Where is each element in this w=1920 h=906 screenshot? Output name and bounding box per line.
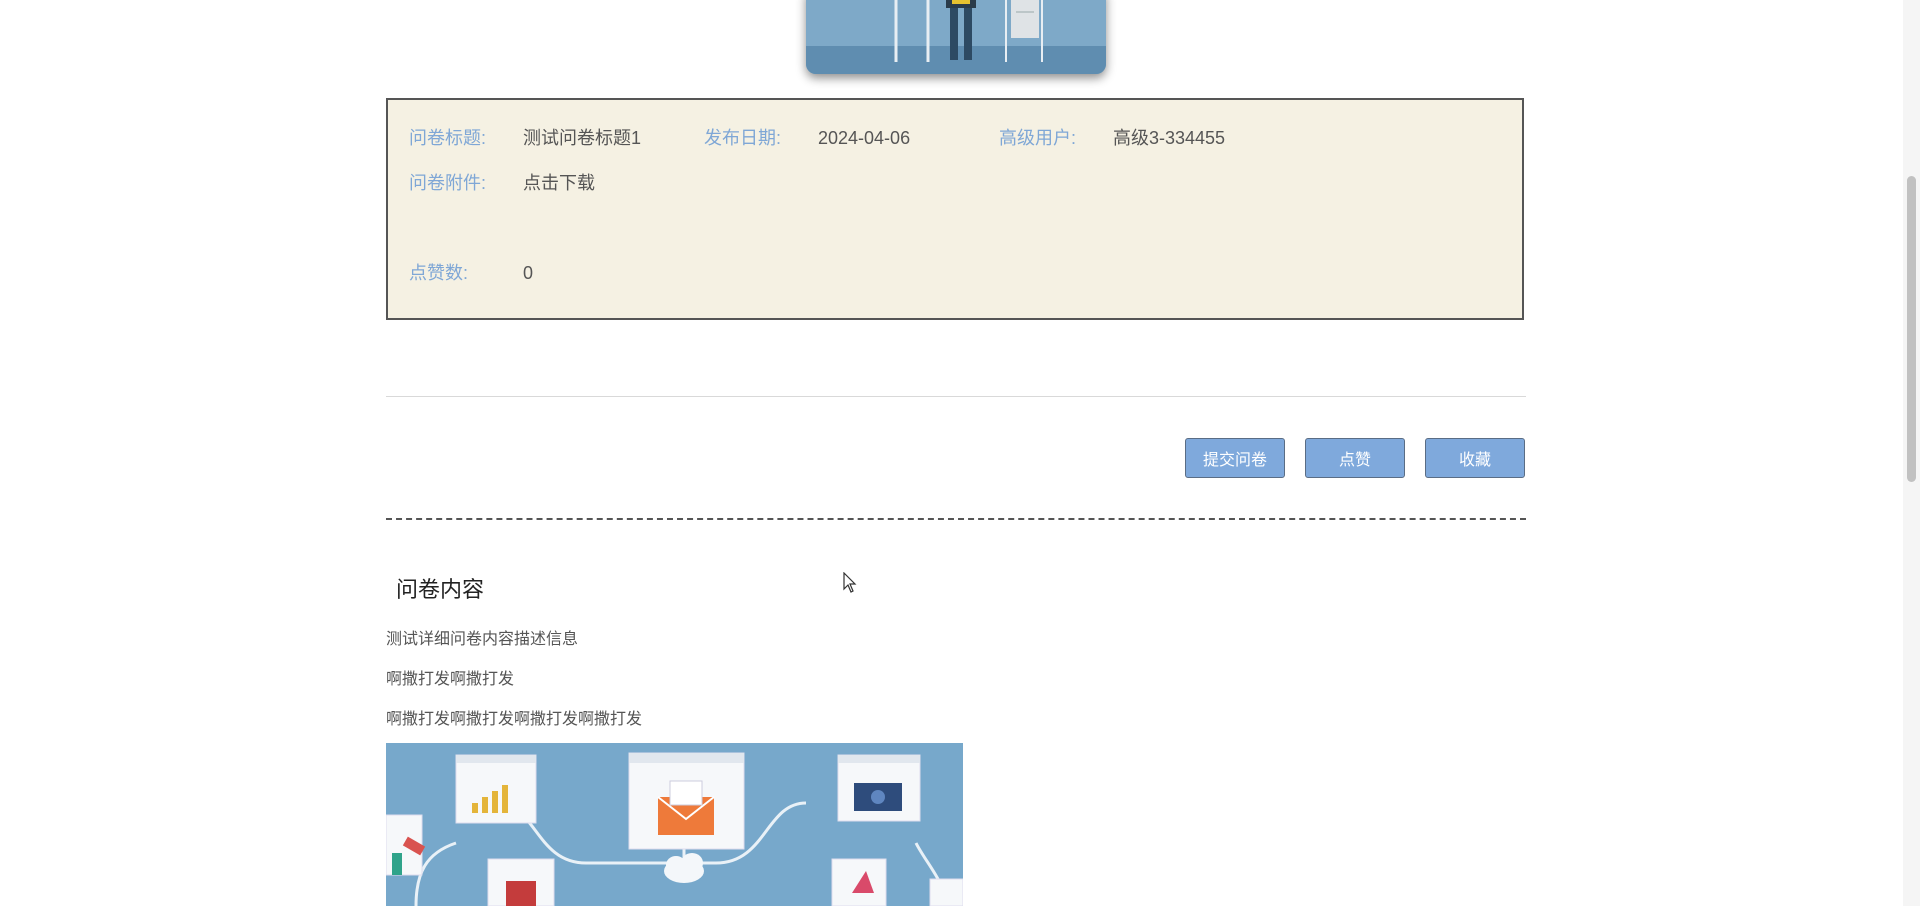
user-value: 高级3-334455 [1113, 128, 1226, 148]
user-field: 高级用户: 高级3-334455 [999, 124, 1225, 150]
likes-count: 0 [523, 263, 534, 283]
date-value: 2024-04-06 [818, 128, 911, 148]
dashed-divider [386, 518, 1526, 520]
section-title: 问卷内容 [396, 577, 485, 602]
survey-info-panel: 问卷标题: 测试问卷标题1 发布日期: 2024-04-06 高级用户: 高级3… [386, 98, 1524, 320]
attachment-download-link[interactable]: 点击下载 [523, 169, 595, 195]
content-paragraph: 测试详细问卷内容描述信息 [386, 631, 579, 648]
favorite-button[interactable]: 收藏 [1425, 438, 1525, 478]
likes-field: 点赞数: 0 [409, 259, 533, 285]
date-label: 发布日期: [704, 128, 782, 148]
like-button[interactable]: 点赞 [1305, 438, 1405, 478]
title-value: 测试问卷标题1 [523, 128, 642, 148]
content-illustration [386, 743, 963, 906]
survey-detail-page: 问卷标题: 测试问卷标题1 发布日期: 2024-04-06 高级用户: 高级3… [0, 0, 1920, 906]
submit-survey-button[interactable]: 提交问卷 [1185, 438, 1285, 478]
content-paragraph: 啊撒打发啊撒打发 [386, 671, 515, 688]
attachment-label: 问卷附件: [409, 173, 487, 193]
title-label: 问卷标题: [409, 128, 487, 148]
mouse-cursor-icon [843, 571, 859, 599]
likes-label: 点赞数: [409, 263, 469, 283]
survey-cover-image [806, 0, 1106, 74]
scrollbar-thumb[interactable] [1907, 176, 1916, 482]
page-scrollbar[interactable] [1903, 0, 1920, 906]
content-paragraph: 啊撒打发啊撒打发啊撒打发啊撒打发 [386, 711, 643, 728]
title-field: 问卷标题: 测试问卷标题1 [409, 124, 641, 150]
date-field: 发布日期: 2024-04-06 [704, 124, 910, 150]
divider [386, 396, 1526, 397]
user-label: 高级用户: [999, 128, 1077, 148]
attachment-field: 问卷附件: 点击下载 [409, 169, 595, 195]
